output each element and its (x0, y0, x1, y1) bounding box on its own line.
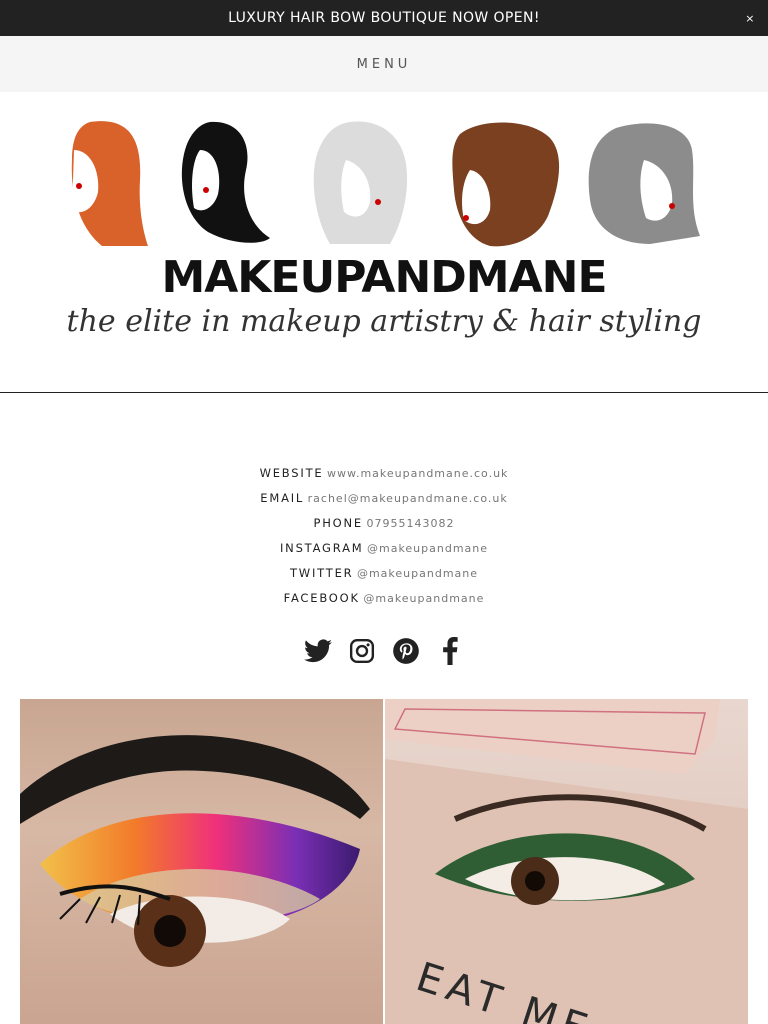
contact-value[interactable]: @makeupandmane (363, 592, 484, 605)
nav-bar: MENU (0, 36, 768, 92)
contact-label: WEBSITE (259, 466, 324, 480)
gallery-image-green-eye[interactable]: EAT ME (385, 699, 748, 1024)
gallery-image-colorful-eye[interactable] (20, 699, 383, 1024)
hair-illustrations (71, 121, 700, 247)
contact-row-facebook: FACEBOOK @makeupandmane (0, 586, 768, 611)
social-links (0, 637, 768, 665)
contact-row-instagram: INSTAGRAM @makeupandmane (0, 536, 768, 561)
pinterest-icon[interactable] (392, 637, 420, 665)
brand-tagline: the elite in makeup artistry & hair styl… (66, 304, 702, 339)
contact-info: WEBSITE www.makeupandmane.co.uk EMAIL ra… (0, 461, 768, 611)
colorful-eye-makeup-photo (20, 735, 370, 967)
facebook-icon[interactable] (436, 637, 464, 665)
grey-hair-face (588, 123, 700, 244)
instagram-icon[interactable] (348, 637, 376, 665)
contact-row-email: EMAIL rachel@makeupandmane.co.uk (0, 486, 768, 511)
contact-label: TWITTER (289, 566, 354, 580)
contact-value[interactable]: @makeupandmane (357, 567, 478, 580)
contact-row-twitter: TWITTER @makeupandmane (0, 561, 768, 586)
contact-value[interactable]: 07955143082 (367, 517, 455, 530)
contact-row-website: WEBSITE www.makeupandmane.co.uk (0, 461, 768, 486)
contact-value[interactable]: www.makeupandmane.co.uk (327, 467, 508, 480)
red-hair-face (71, 121, 148, 246)
close-icon[interactable]: × (732, 0, 768, 36)
black-hair-face (181, 121, 270, 243)
image-gallery: EAT ME (20, 699, 748, 1024)
contact-value[interactable]: @makeupandmane (367, 542, 488, 555)
announcement-text: LUXURY HAIR BOW BOUTIQUE NOW OPEN! (228, 10, 540, 26)
announcement-bar: LUXURY HAIR BOW BOUTIQUE NOW OPEN! × (0, 0, 768, 36)
twitter-icon[interactable] (304, 637, 332, 665)
brand-name: MAKEUPANDMANE (161, 252, 607, 303)
white-hair-face (313, 121, 408, 244)
contact-label: EMAIL (260, 491, 305, 505)
contact-label: INSTAGRAM (279, 541, 364, 555)
contact-value[interactable]: rachel@makeupandmane.co.uk (308, 492, 508, 505)
contact-label: FACEBOOK (283, 591, 360, 605)
curly-brown-hair-face (452, 122, 560, 247)
menu-button[interactable]: MENU (357, 57, 412, 72)
site-logo[interactable]: MAKEUPANDMANE the elite in makeup artist… (0, 92, 768, 393)
contact-row-phone: PHONE 07955143082 (0, 511, 768, 536)
contact-label: PHONE (313, 516, 364, 530)
